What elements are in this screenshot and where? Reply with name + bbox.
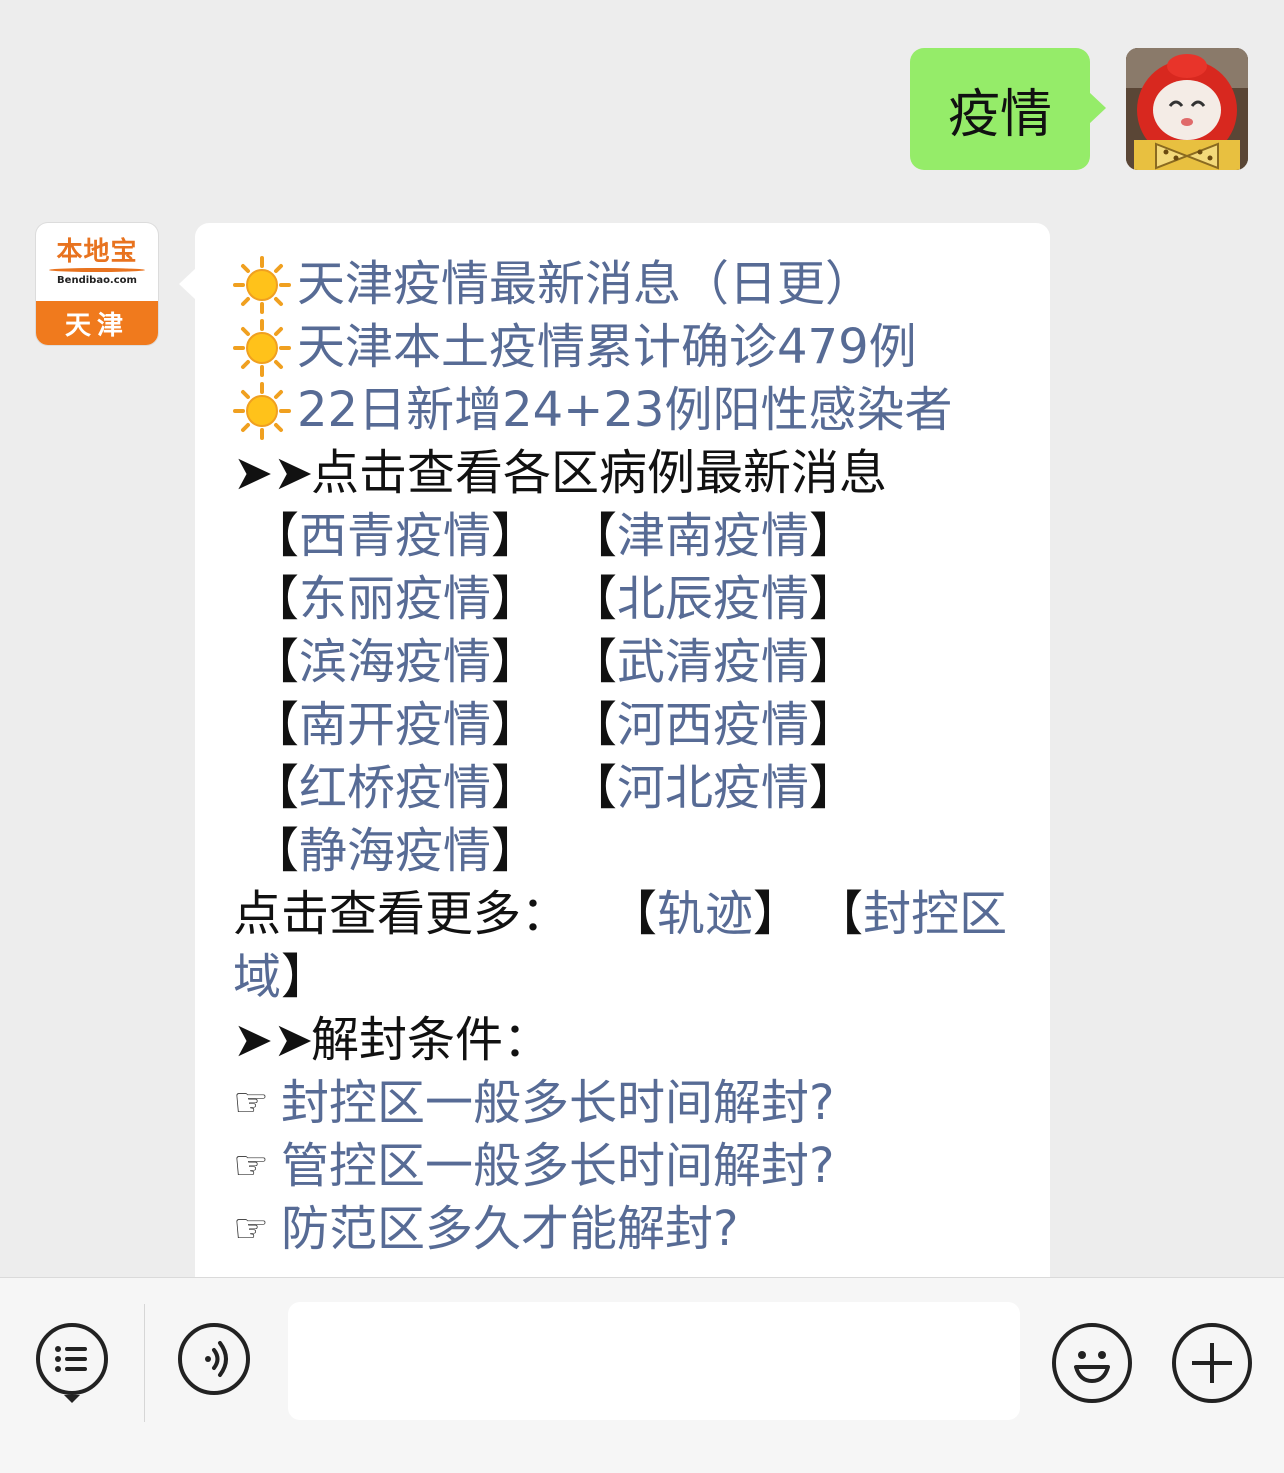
- double-arrow-icon: ➤ ➤: [233, 1012, 314, 1068]
- emoji-icon: [1074, 1351, 1110, 1383]
- outgoing-message-text: 疫情: [947, 84, 1052, 145]
- headline-link-2[interactable]: 天津本土疫情累计确诊479例: [297, 316, 917, 379]
- district-link[interactable]: 【西青疫情】: [251, 505, 569, 568]
- headline-2[interactable]: 天津本土疫情累计确诊479例: [233, 316, 1033, 379]
- district-link[interactable]: 【武清疫情】: [569, 631, 887, 694]
- district-link[interactable]: 【河北疫情】: [569, 757, 887, 820]
- bot-avatar[interactable]: 本地宝 Bendibao.com 天津: [36, 223, 158, 345]
- more-label: 点击查看更多：: [233, 886, 570, 942]
- district-link[interactable]: 【东丽疫情】: [251, 568, 569, 631]
- district-link[interactable]: 【北辰疫情】: [569, 568, 887, 631]
- outgoing-message-row: 疫情: [909, 48, 1248, 170]
- voice-button[interactable]: [178, 1323, 250, 1395]
- bot-avatar-swoosh: [49, 268, 145, 272]
- lockdown-area-link[interactable]: 【封控区: [815, 883, 1007, 946]
- district-link[interactable]: 【滨海疫情】: [251, 631, 569, 694]
- sun-icon: [233, 255, 291, 314]
- bot-avatar-city: 天津: [36, 301, 158, 345]
- headline-1[interactable]: 天津疫情最新消息（日更）: [233, 253, 1033, 316]
- list-menu-icon: [55, 1346, 87, 1372]
- more-line-wrap: 域】: [233, 946, 1033, 1009]
- outgoing-message-bubble[interactable]: 疫情: [909, 48, 1107, 170]
- district-row: 【静海疫情】: [233, 820, 1033, 883]
- input-bar: [0, 1277, 1284, 1473]
- unseal-heading-text: 解封条件：: [311, 1012, 552, 1068]
- unseal-link[interactable]: 防范区多久才能解封?: [281, 1198, 738, 1261]
- district-link[interactable]: 【津南疫情】: [569, 505, 887, 568]
- more-line: 点击查看更多： 【轨迹】 【封控区: [233, 883, 1033, 946]
- unseal-link[interactable]: 管控区一般多长时间解封?: [281, 1135, 834, 1198]
- headline-link-3[interactable]: 22日新增24+23例阳性感染者: [297, 379, 952, 442]
- double-arrow-icon: ➤ ➤: [233, 445, 314, 501]
- sun-icon: [233, 318, 291, 377]
- bot-avatar-logo: 本地宝 Bendibao.com: [36, 223, 158, 301]
- bot-avatar-brand: 本地宝: [56, 237, 138, 267]
- unseal-heading: ➤ ➤ 解封条件：: [233, 1009, 1033, 1072]
- headline-link-1[interactable]: 天津疫情最新消息（日更）: [297, 253, 873, 316]
- district-row: 【西青疫情】 【津南疫情】: [233, 505, 1033, 568]
- incoming-message-bubble: 天津疫情最新消息（日更） 天津本土疫情累计确诊479例 22日新增24+23例阳…: [179, 223, 1050, 1323]
- unseal-link[interactable]: 封控区一般多长时间解封?: [281, 1072, 834, 1135]
- trajectory-link[interactable]: 【轨迹】: [609, 883, 801, 946]
- lockdown-area-link-wrap[interactable]: 域】: [233, 946, 329, 1009]
- message-input[interactable]: [288, 1302, 1020, 1420]
- districts-heading-text: 点击查看各区病例最新消息: [311, 445, 888, 501]
- pointing-hand-icon: ☞: [233, 1080, 269, 1126]
- more-actions-button[interactable]: [1172, 1323, 1252, 1403]
- district-link[interactable]: 【静海疫情】: [251, 820, 569, 883]
- pointing-hand-icon: ☞: [233, 1206, 269, 1252]
- unseal-item[interactable]: ☞ 管控区一般多长时间解封?: [233, 1135, 1033, 1198]
- district-row: 【南开疫情】 【河西疫情】: [233, 694, 1033, 757]
- plus-icon: [1192, 1343, 1232, 1383]
- district-link[interactable]: 【南开疫情】: [251, 694, 569, 757]
- headline-3[interactable]: 22日新增24+23例阳性感染者: [233, 379, 1033, 442]
- district-row: 【红桥疫情】 【河北疫情】: [233, 757, 1033, 820]
- unseal-item[interactable]: ☞ 封控区一般多长时间解封?: [233, 1072, 1033, 1135]
- district-link[interactable]: 【河西疫情】: [569, 694, 887, 757]
- input-bar-divider: [144, 1304, 145, 1422]
- district-link[interactable]: 【红桥疫情】: [251, 757, 569, 820]
- districts-heading: ➤ ➤ 点击查看各区病例最新消息: [233, 442, 1033, 505]
- menu-button[interactable]: [36, 1323, 108, 1395]
- bot-avatar-domain: Bendibao.com: [57, 275, 137, 286]
- district-row: 【东丽疫情】 【北辰疫情】: [233, 568, 1033, 631]
- user-avatar-image: [1126, 48, 1248, 170]
- caret-down-icon: [64, 1395, 80, 1403]
- unseal-item[interactable]: ☞ 防范区多久才能解封?: [233, 1198, 1033, 1261]
- sun-icon: [233, 381, 291, 440]
- message-content: 天津疫情最新消息（日更） 天津本土疫情累计确诊479例 22日新增24+23例阳…: [233, 253, 1033, 1261]
- voice-icon: [205, 1341, 228, 1377]
- district-row: 【滨海疫情】 【武清疫情】: [233, 631, 1033, 694]
- user-avatar[interactable]: [1126, 48, 1248, 170]
- emoji-button[interactable]: [1052, 1323, 1132, 1403]
- pointing-hand-icon: ☞: [233, 1143, 269, 1189]
